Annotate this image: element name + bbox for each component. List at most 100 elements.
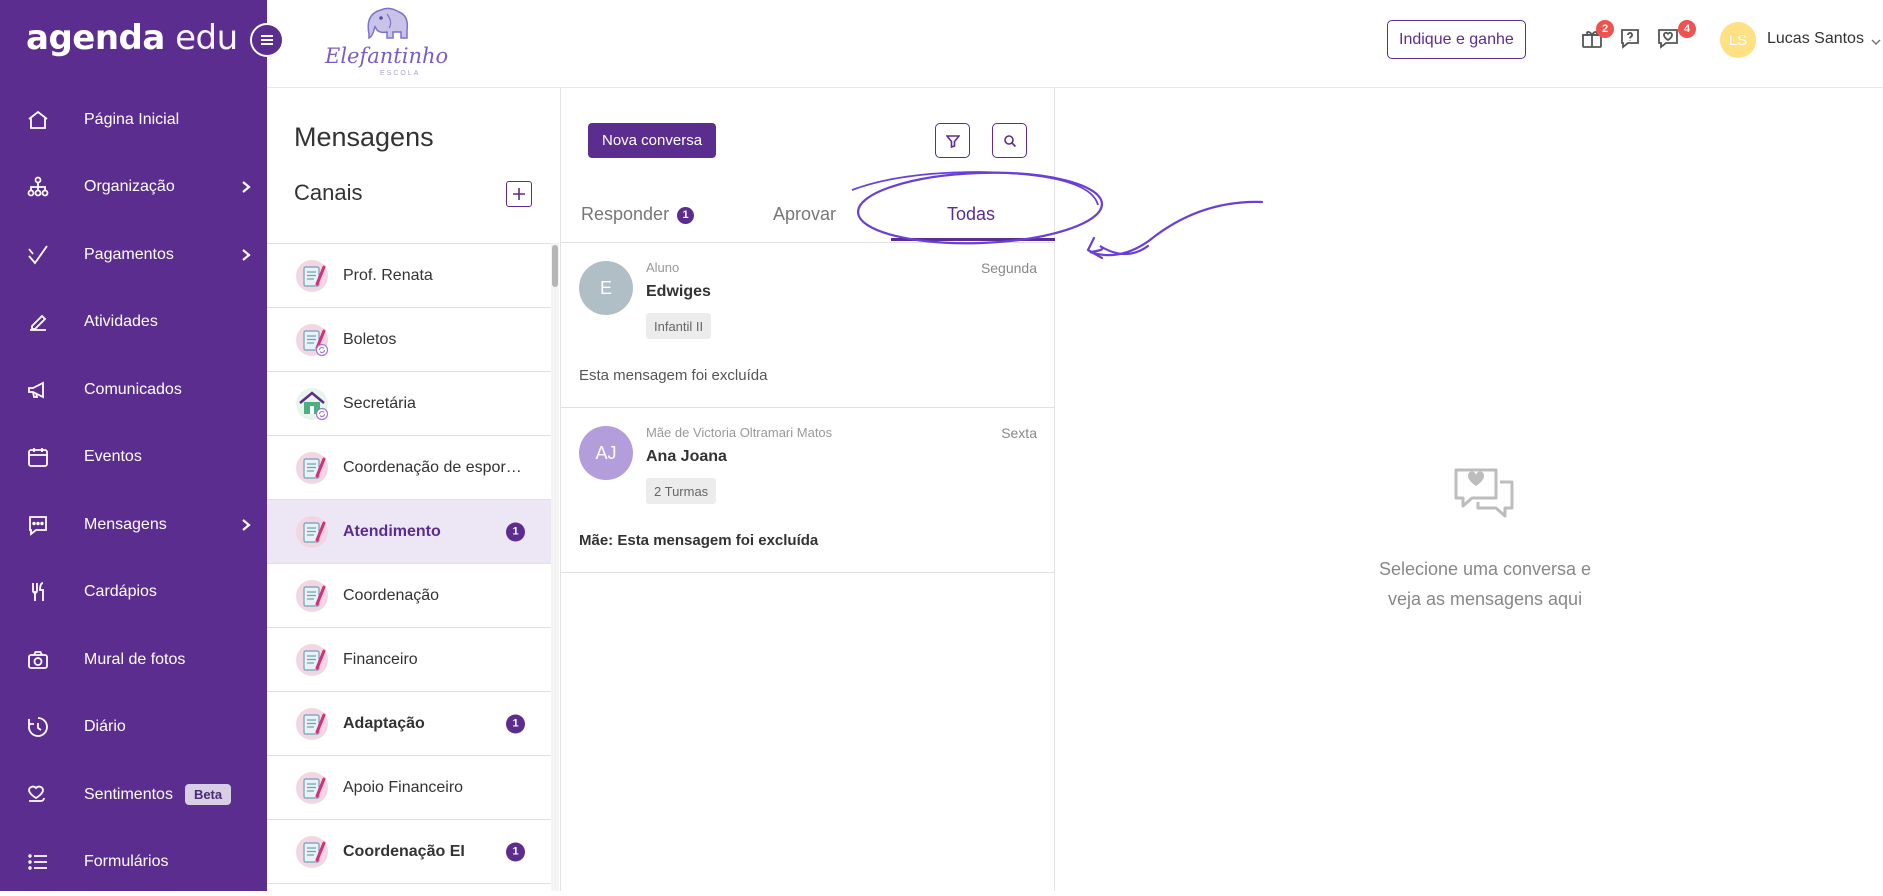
sidebar-item-sentimentos[interactable]: Sentimentos Beta	[0, 761, 267, 829]
chevron-down-icon[interactable]	[1871, 34, 1881, 44]
megaphone-icon	[26, 378, 50, 402]
avatar: AJ	[579, 426, 633, 480]
scrollbar-thumb[interactable]	[552, 245, 558, 287]
collapse-sidebar-button[interactable]	[250, 23, 284, 57]
indique-e-ganhe-button[interactable]: Indique e ganhe	[1387, 20, 1526, 59]
tab-todas[interactable]: Todas	[947, 204, 995, 225]
search-button[interactable]	[992, 123, 1027, 158]
conversation-item[interactable]: AJMãe de Victoria Oltramari MatosSextaAn…	[561, 408, 1055, 573]
tab-aprovar-label: Aprovar	[773, 204, 836, 224]
empty-state-line2: veja as mensagens aqui	[1345, 584, 1625, 614]
filter-icon	[946, 134, 960, 148]
sidebar-item-label: Atividades	[84, 313, 158, 331]
channel-item[interactable]: Prof. Renata	[267, 244, 551, 308]
avatar: E	[579, 261, 633, 315]
conversation-preview: Mãe: Esta mensagem foi excluída	[579, 532, 818, 549]
channel-item[interactable]: Atendimento1	[267, 500, 551, 564]
conversation-item[interactable]: EAlunoSegundaEdwigesInfantil IIEsta mens…	[561, 243, 1055, 408]
sidebar-item-cardapios[interactable]: Cardápios	[0, 559, 267, 627]
agendaedu-logo[interactable]: agenda edu	[26, 18, 238, 58]
gift-button[interactable]: 2	[1580, 26, 1606, 52]
sidebar-item-label: Eventos	[84, 448, 142, 466]
filter-button[interactable]	[935, 123, 970, 158]
plus-icon	[512, 187, 526, 201]
sidebar-item-pagina-inicial[interactable]: Página Inicial	[0, 86, 267, 154]
conversation-empty-state: Selecione uma conversa e veja as mensage…	[1055, 88, 1883, 891]
sidebar-item-eventos[interactable]: Eventos	[0, 424, 267, 492]
channel-scrollbar[interactable]	[551, 243, 559, 891]
gift-badge: 2	[1596, 20, 1614, 38]
channel-label: Atendimento	[343, 523, 441, 541]
active-tab-indicator	[891, 238, 1055, 241]
channel-item[interactable]: Financeiro	[267, 628, 551, 692]
search-icon	[1003, 134, 1017, 148]
channel-label: Coordenação EI	[343, 843, 465, 861]
sidebar-item-label: Página Inicial	[84, 111, 179, 129]
channel-label: Boletos	[343, 331, 396, 349]
brand-part1: agenda	[26, 18, 165, 58]
channel-item[interactable]: Coordenação de esport...	[267, 436, 551, 500]
conversation-name: Ana Joana	[646, 448, 727, 466]
add-channel-button[interactable]	[506, 181, 532, 207]
channel-item[interactable]: Adaptação1	[267, 692, 551, 756]
user-avatar[interactable]: LS	[1720, 22, 1756, 58]
conversation-role: Aluno	[646, 260, 679, 275]
tab-responder[interactable]: Responder1	[581, 204, 694, 225]
sidebar-item-comunicados[interactable]: Comunicados	[0, 356, 267, 424]
sidebar-item-label: Comunicados	[84, 381, 182, 399]
home-icon	[26, 108, 50, 132]
empty-state-line1: Selecione uma conversa e	[1345, 554, 1625, 584]
tab-aprovar[interactable]: Aprovar	[773, 204, 836, 225]
channel-item[interactable]: Coordenação EI1	[267, 820, 551, 884]
sidebar-item-label: Pagamentos	[84, 246, 174, 264]
notepad-sync-icon	[295, 323, 329, 357]
channel-label: Coordenação	[343, 587, 439, 605]
sidebar-item-pagamentos[interactable]: Pagamentos	[0, 221, 267, 289]
channel-item[interactable]: Apoio Financeiro	[267, 756, 551, 820]
notepad-icon	[295, 579, 329, 613]
sidebar-item-label: Organização	[84, 178, 175, 196]
sidebar-item-mural-de-fotos[interactable]: Mural de fotos	[0, 626, 267, 694]
sidebar-item-label: Sentimentos	[84, 786, 173, 804]
sidebar-item-formularios[interactable]: Formulários	[0, 829, 267, 896]
diary-icon	[26, 715, 50, 739]
beta-badge: Beta	[185, 784, 231, 805]
channel-label: Apoio Financeiro	[343, 779, 463, 797]
sidebar-item-diario[interactable]: Diário	[0, 694, 267, 762]
help-button[interactable]	[1618, 26, 1644, 52]
org-icon	[26, 175, 50, 199]
messages-button[interactable]: 4	[1656, 26, 1682, 52]
sidebar-item-label: Mensagens	[84, 516, 167, 534]
sidebar-item-label: Cardápios	[84, 583, 157, 601]
sidebar-item-mensagens[interactable]: Mensagens	[0, 491, 267, 559]
menu-icon	[261, 39, 273, 41]
channels-title: Canais	[294, 180, 362, 206]
help-icon	[1618, 26, 1642, 50]
topbar: Elefantinho ESCOLA Indique e ganhe 2 4 L…	[267, 0, 1883, 88]
sidebar-item-organizacao[interactable]: Organização	[0, 154, 267, 222]
channel-item[interactable]: Boletos	[267, 308, 551, 372]
brand-part2: edu	[175, 18, 238, 58]
sidebar-item-label: Formulários	[84, 853, 168, 871]
user-name[interactable]: Lucas Santos	[1767, 30, 1864, 48]
conversation-name: Edwiges	[646, 283, 711, 301]
tab-responder-badge: 1	[677, 207, 694, 224]
notepad-icon	[295, 707, 329, 741]
notepad-icon	[295, 643, 329, 677]
conversation-tag: 2 Turmas	[646, 478, 716, 504]
sidebar-item-atividades[interactable]: Atividades	[0, 289, 267, 357]
channel-item[interactable]: Coordenação	[267, 564, 551, 628]
channel-label: Coordenação de esport...	[343, 459, 523, 477]
school-logo[interactable]: Elefantinho ESCOLA	[325, 4, 445, 82]
calendar-icon	[26, 445, 50, 469]
list-icon	[26, 850, 50, 874]
school-sub: ESCOLA	[380, 70, 420, 77]
new-conversation-button[interactable]: Nova conversa	[588, 123, 716, 158]
notepad-icon	[295, 515, 329, 549]
channel-list: Prof. Renata Boletos Secretária Coordena…	[267, 243, 551, 884]
chat-heart-icon	[1452, 464, 1516, 526]
tab-todas-label: Todas	[947, 204, 995, 224]
chat-icon	[26, 513, 50, 537]
channel-item[interactable]: Secretária	[267, 372, 551, 436]
channel-label: Secretária	[343, 395, 416, 413]
